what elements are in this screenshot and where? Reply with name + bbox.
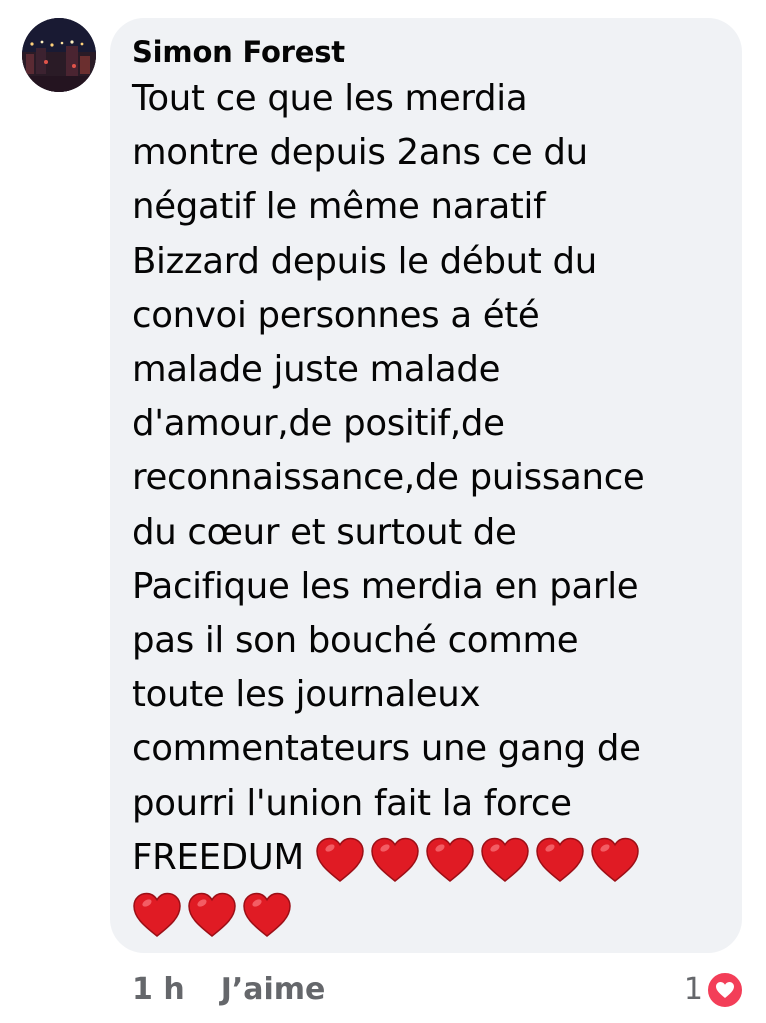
love-reaction-icon: [706, 971, 744, 1009]
heart-emoji-icon: [480, 837, 530, 883]
comment-line: toute les journaleux: [132, 674, 481, 716]
comment-line: Pacifique les merdia en parle: [132, 565, 639, 607]
avatar[interactable]: [22, 18, 96, 92]
reaction-count: 1: [683, 972, 703, 1007]
comment-line: négatif le même naratif: [132, 186, 546, 228]
comment-line: montre depuis 2ans ce du: [132, 132, 588, 174]
heart-emoji-icon: [370, 837, 420, 883]
heart-emoji-icon: [425, 837, 475, 883]
comment-word: FREEDUM: [132, 836, 304, 878]
heart-emoji-icon: [315, 837, 365, 883]
heart-emoji-icon: [187, 892, 237, 938]
avatar-photo: [22, 18, 96, 92]
comment-line-with-hearts: FREEDUM: [132, 831, 720, 886]
author-name[interactable]: Simon Forest: [132, 32, 720, 72]
comment-body: Tout ce que les merdia montre depuis 2an…: [132, 72, 720, 941]
heart-emoji-icon: [535, 837, 585, 883]
heart-emoji-icon: [590, 837, 640, 883]
comment-line: commentateurs une gang de: [132, 728, 641, 770]
like-button[interactable]: J’aime: [221, 968, 326, 1012]
comment-line: reconnaissance,de puissance: [132, 457, 645, 499]
heart-emoji-group: [132, 887, 297, 941]
comment-line: Tout ce que les merdia: [132, 78, 528, 119]
comment-bubble: Simon Forest Tout ce que les merdia mont…: [110, 18, 742, 953]
reaction-summary[interactable]: 1: [684, 968, 744, 1012]
comment-timestamp[interactable]: 1 h: [132, 968, 185, 1012]
heart-emoji-icon: [132, 892, 182, 938]
comment-line-hearts: [132, 886, 720, 941]
comment-line: malade juste malade: [132, 349, 501, 391]
comment-line: du cœur et surtout de: [132, 511, 517, 553]
comment-line: d'amour,de positif,de: [132, 403, 505, 445]
comment-line: convoi personnes a été: [132, 294, 540, 336]
comment-line: pourri l'union fait la force: [132, 782, 572, 824]
comment-line: pas il son bouché comme: [132, 620, 579, 662]
comment-line: Bizzard depuis le début du: [132, 240, 597, 282]
heart-emoji-group: [315, 832, 645, 886]
comment-footer: 1 h J’aime: [132, 968, 325, 1012]
heart-emoji-icon: [242, 892, 292, 938]
